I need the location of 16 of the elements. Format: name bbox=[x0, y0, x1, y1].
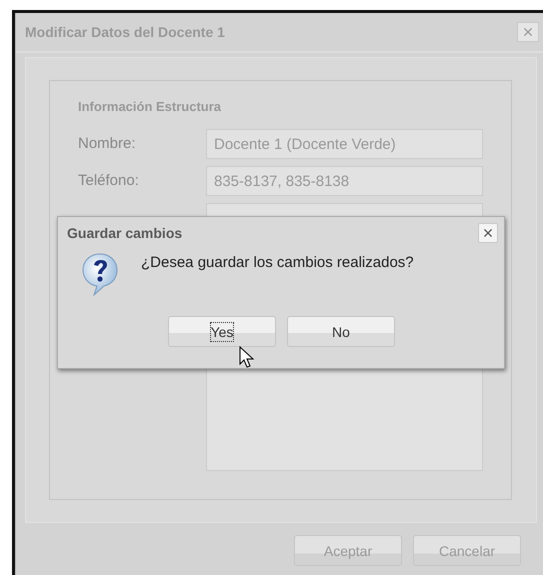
section-title: Información Estructura bbox=[78, 99, 222, 114]
cancel-button[interactable]: Cancelar bbox=[413, 535, 521, 566]
cursor-icon bbox=[239, 346, 255, 368]
dialog-message: ¿Desea guardar los cambios realizados? bbox=[141, 253, 414, 273]
field-label: Nombre: bbox=[78, 134, 137, 152]
no-button[interactable]: No bbox=[287, 316, 395, 347]
input-field[interactable]: Docente 1 (Docente Verde) bbox=[206, 129, 483, 159]
input-field[interactable]: 835-8137, 835-8138 bbox=[206, 166, 483, 196]
yes-button[interactable]: Yes bbox=[168, 316, 276, 347]
close-button[interactable]: × bbox=[478, 223, 498, 243]
close-button[interactable]: × bbox=[517, 22, 539, 42]
field-label: Teléfono: bbox=[78, 171, 140, 189]
dialog-title: Guardar cambios bbox=[67, 225, 182, 241]
question-icon bbox=[81, 252, 119, 298]
window-title: Modificar Datos del Docente 1 bbox=[25, 24, 225, 40]
accept-button[interactable]: Aceptar bbox=[294, 535, 402, 566]
